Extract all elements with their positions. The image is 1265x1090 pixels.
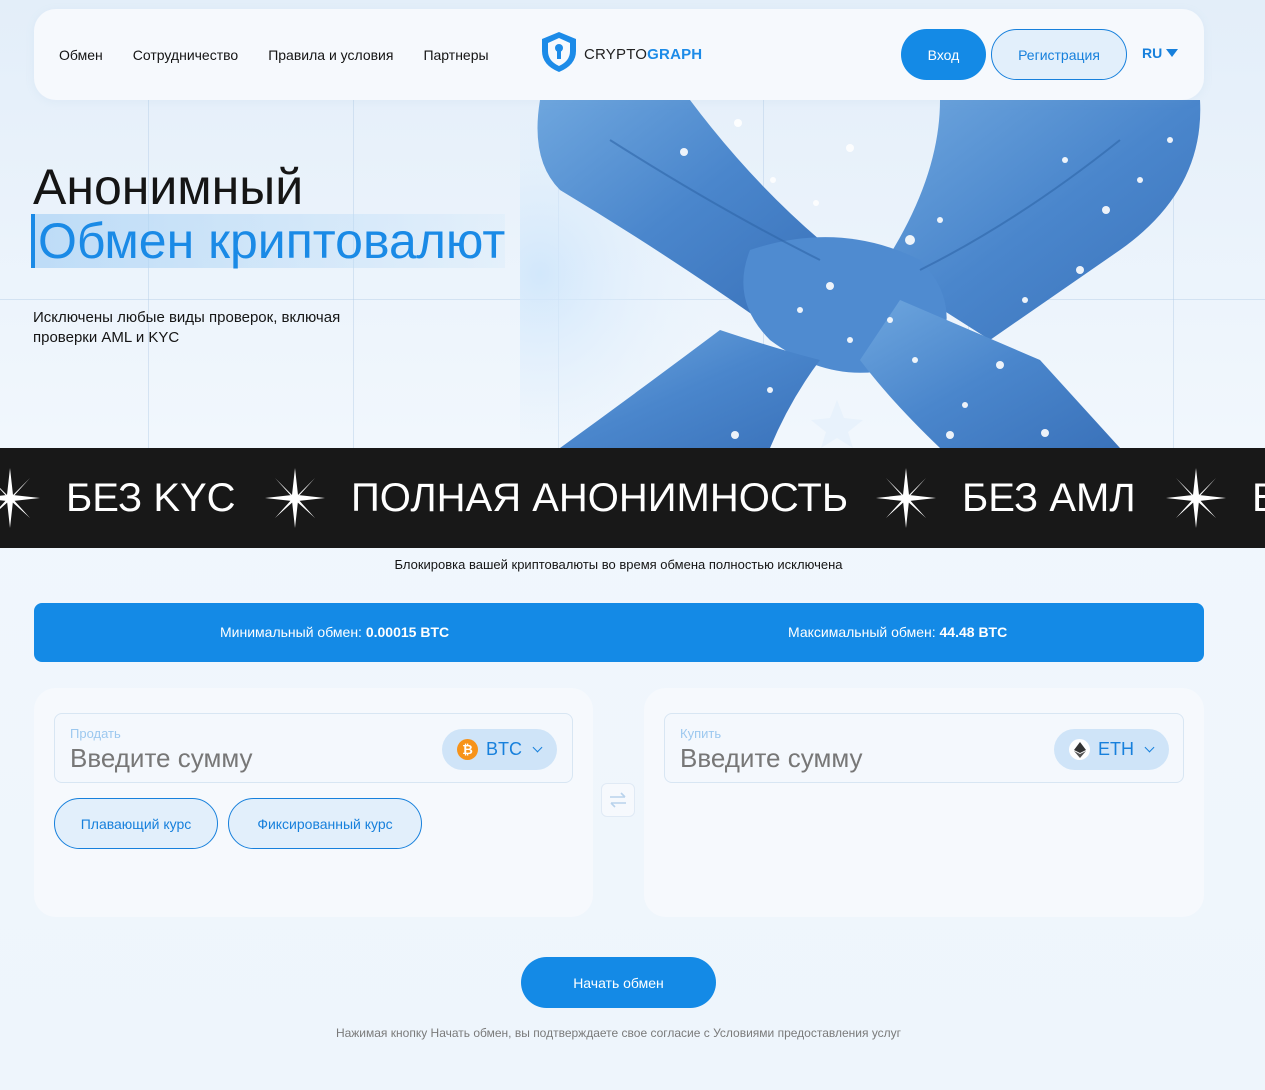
- floating-rate-button[interactable]: Плавающий курс: [54, 798, 218, 849]
- ticker-item: ПОЛНАЯ АНОНИМНОСТЬ: [351, 476, 849, 520]
- exchange-limits-bar: Минимальный обмен: 0.00015 BTC Максималь…: [34, 603, 1204, 662]
- register-button[interactable]: Регистрация: [991, 29, 1127, 80]
- chevron-down-icon: [1144, 742, 1155, 753]
- login-button[interactable]: Вход: [901, 29, 986, 80]
- start-exchange-button[interactable]: Начать обмен: [521, 957, 716, 1008]
- buy-amount-input[interactable]: [680, 740, 1020, 776]
- language-label: RU: [1142, 45, 1163, 61]
- sell-label: Продать: [70, 726, 121, 741]
- lock-note: Блокировка вашей криптовалюты во время о…: [394, 557, 843, 572]
- ticker-item: БЕЗ АМЛ: [962, 476, 1136, 520]
- min-exchange-label: Минимальный обмен:: [220, 624, 362, 640]
- sparkle-star-icon: [876, 468, 936, 528]
- buy-currency-label: ETH: [1098, 739, 1134, 759]
- sparkle-star-icon: [0, 468, 40, 528]
- ethereum-icon: [1069, 739, 1090, 760]
- fixed-rate-button[interactable]: Фиксированный курс: [228, 798, 422, 849]
- swap-button[interactable]: [601, 783, 635, 817]
- hero-subtitle: Обмен криптовалют: [31, 214, 506, 268]
- nav-rules[interactable]: Правила и условия: [268, 47, 393, 63]
- max-exchange-label: Максимальный обмен:: [788, 624, 936, 640]
- consent-note: Нажимая кнопку Начать обмен, вы подтверж…: [335, 1026, 902, 1040]
- sparkle-star-icon: [265, 468, 325, 528]
- sell-amount-input[interactable]: [70, 740, 410, 776]
- sell-currency-label: BTC: [486, 739, 522, 759]
- chevron-down-icon: [532, 742, 543, 753]
- sparkle-star-icon: [1166, 468, 1226, 528]
- sell-card: Продать ₿ BTC Плавающий курс Фиксированн…: [34, 688, 593, 917]
- shield-keyhole-icon: [540, 31, 578, 78]
- min-exchange-value: 0.00015 BTC: [365, 624, 450, 640]
- caret-down-icon: [1166, 49, 1179, 57]
- main-nav: Обмен Сотрудничество Правила и условия П…: [59, 9, 489, 100]
- logo-text-graph: GRAPH: [647, 45, 703, 63]
- features-ticker: БЕЗ KYC ПОЛНАЯ АНОНИМНОСТЬ БЕЗ АМЛ Б: [0, 448, 1265, 548]
- buy-currency-select[interactable]: ETH: [1054, 729, 1169, 770]
- language-selector[interactable]: RU: [1142, 45, 1179, 61]
- logo-text: CRYPTOGRAPH: [584, 46, 702, 63]
- hero-title: Анонимный: [33, 159, 304, 215]
- nav-cooperation[interactable]: Сотрудничество: [133, 47, 238, 63]
- sell-currency-select[interactable]: ₿ BTC: [442, 729, 557, 770]
- nav-partners[interactable]: Партнеры: [423, 47, 488, 63]
- max-exchange-value: 44.48 BTC: [939, 624, 1008, 640]
- max-exchange: Максимальный обмен: 44.48 BTC: [788, 603, 1007, 662]
- swap-arrows-icon: [610, 792, 626, 808]
- ticker-item: БЕЗ KYC: [66, 476, 236, 520]
- grid-line: [353, 100, 354, 448]
- site-header: Обмен Сотрудничество Правила и условия П…: [34, 9, 1204, 100]
- min-exchange: Минимальный обмен: 0.00015 BTC: [220, 603, 449, 662]
- logo[interactable]: CRYPTOGRAPH: [540, 31, 702, 78]
- hero-x-illustration: [520, 100, 1220, 448]
- grid-line: [148, 100, 149, 448]
- ticker-item: Б: [1252, 448, 1265, 548]
- sell-input-box: Продать ₿ BTC: [54, 713, 573, 783]
- buy-input-box: Купить ETH: [664, 713, 1184, 783]
- buy-card: Купить ETH: [644, 688, 1204, 917]
- logo-text-crypto: CRYPTO: [584, 45, 648, 63]
- buy-label: Купить: [680, 726, 722, 741]
- nav-exchange[interactable]: Обмен: [59, 47, 103, 63]
- bitcoin-icon: ₿: [457, 739, 478, 760]
- hero-description: Исключены любые виды проверок, включая п…: [33, 309, 341, 346]
